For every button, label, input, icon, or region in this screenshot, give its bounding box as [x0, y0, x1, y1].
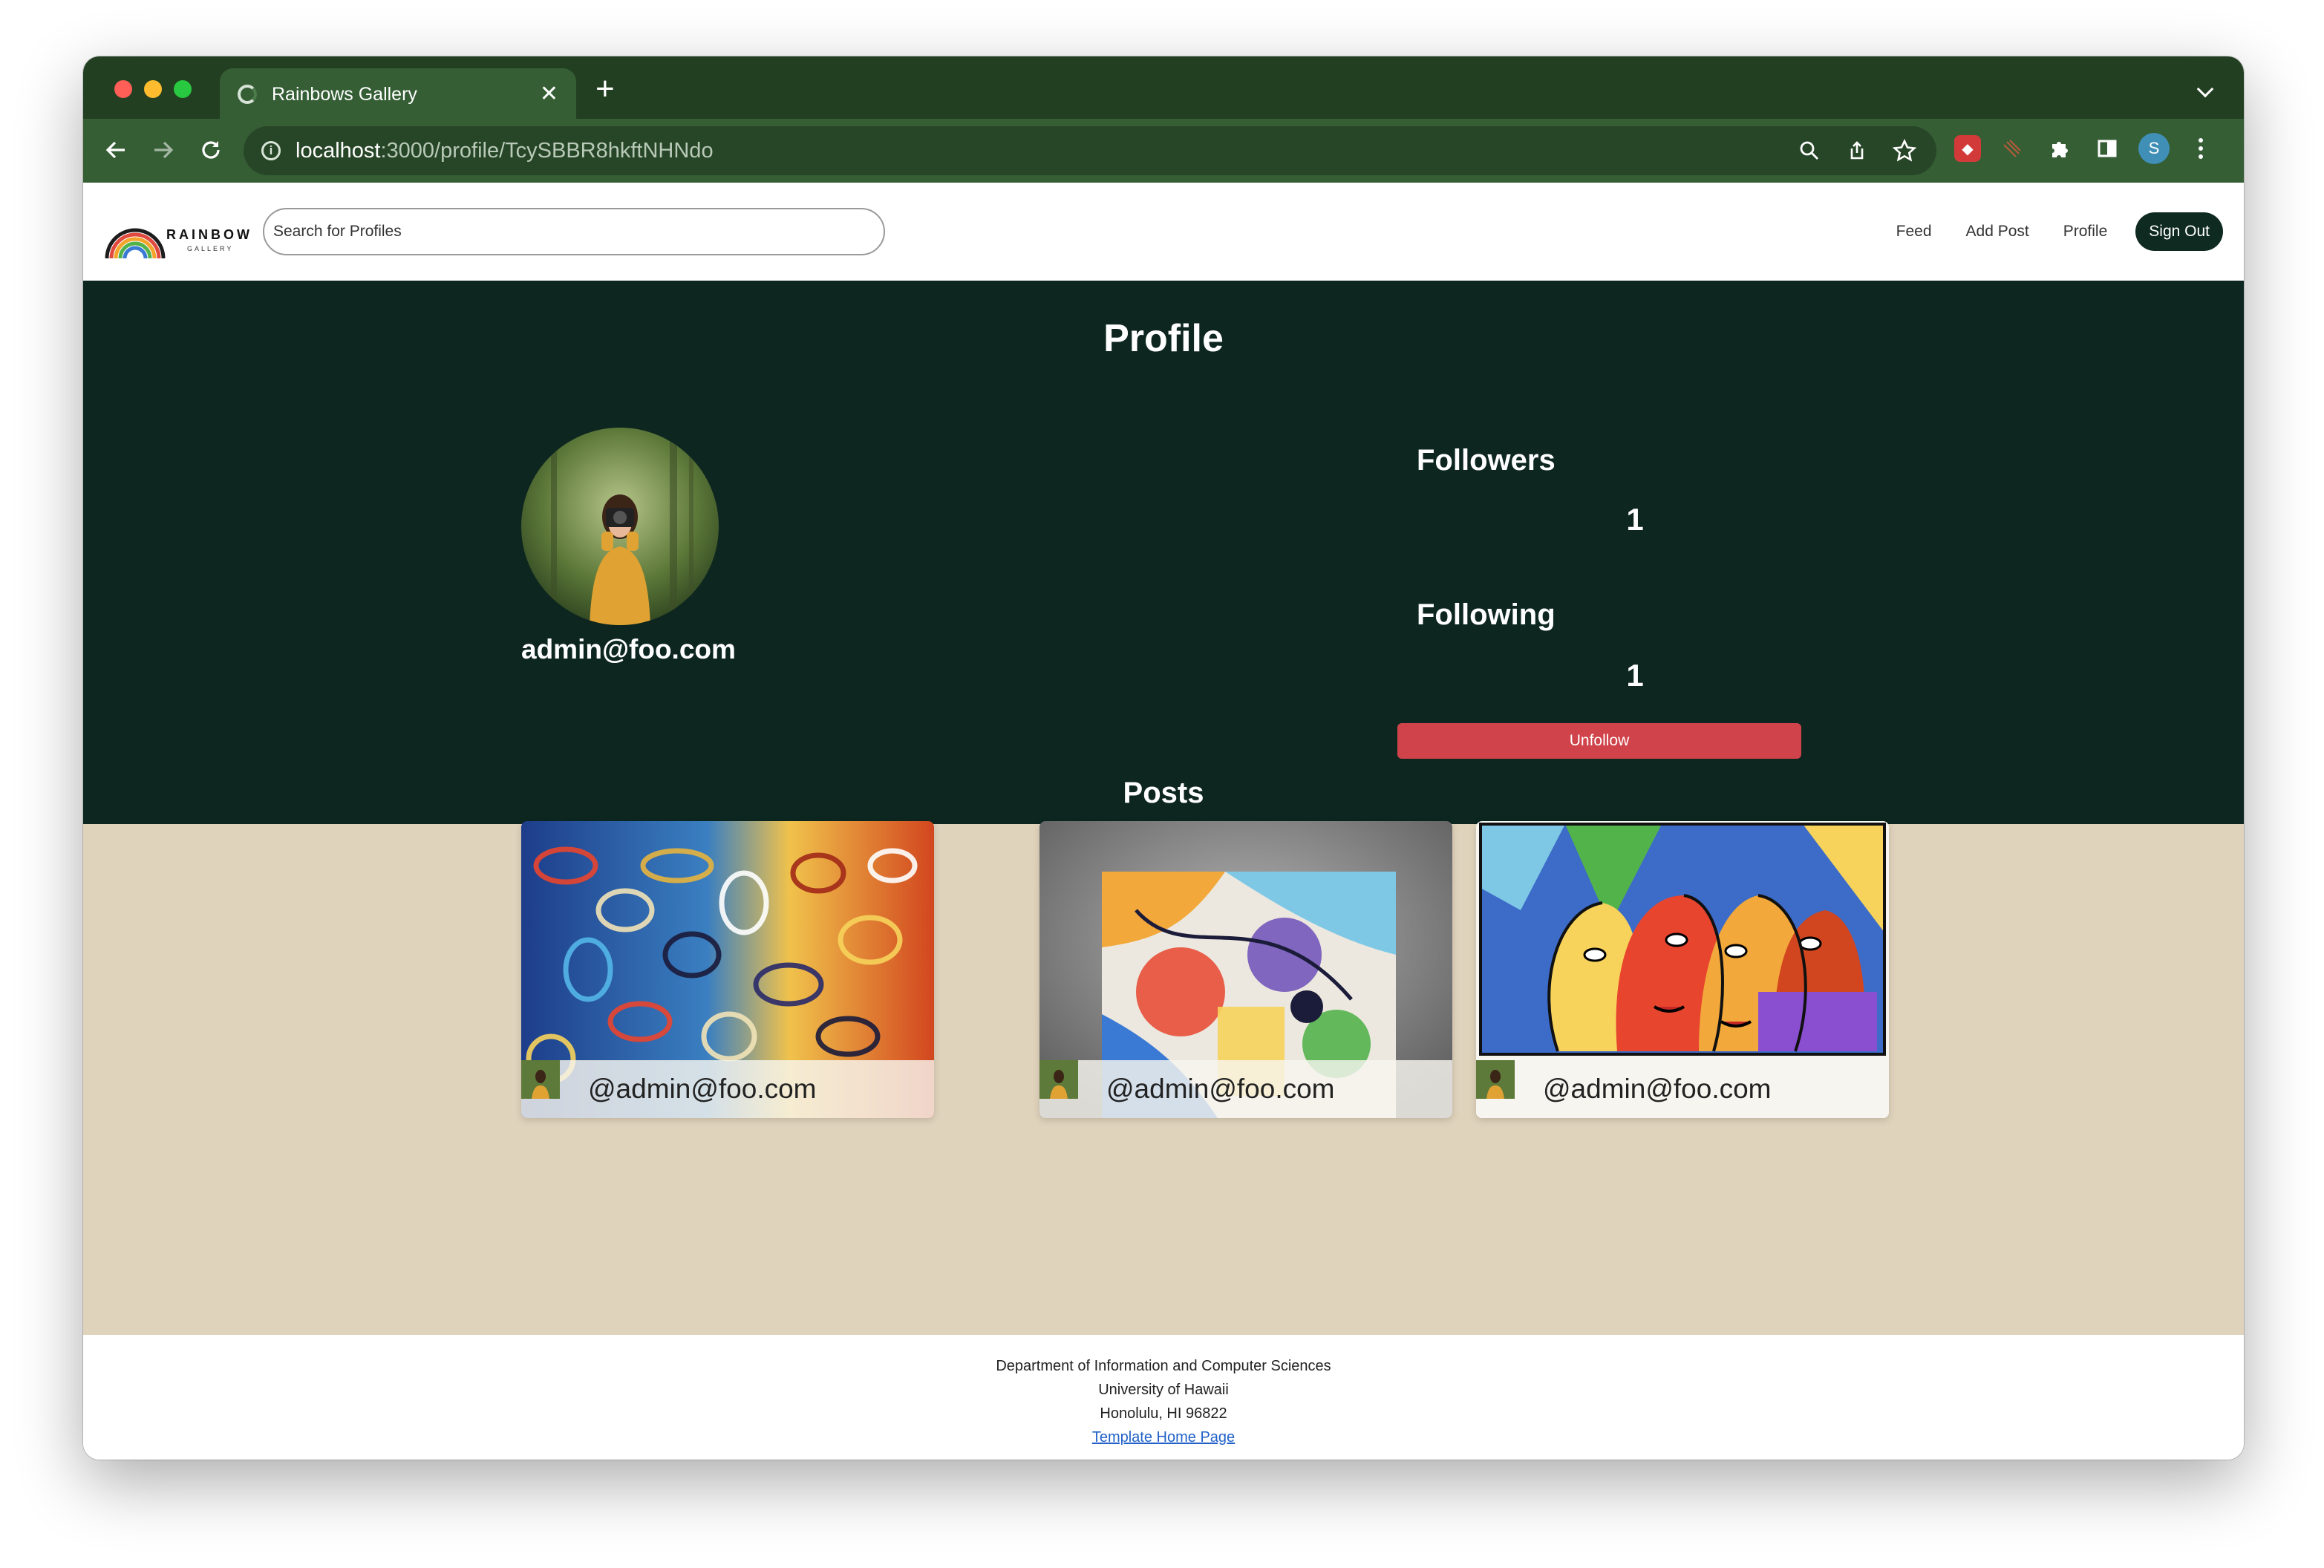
url-text: localhost:3000/profile/TcySBBR8hkftNHNdo: [296, 138, 714, 163]
browser-toolbar: i localhost:3000/profile/TcySBBR8hkftNHN…: [83, 119, 2244, 183]
nav-feed-link[interactable]: Feed: [1896, 223, 1932, 241]
minimize-window-button[interactable]: [144, 80, 162, 98]
profile-hero-background: [83, 281, 2244, 824]
tab-search-chevron-icon[interactable]: [2196, 80, 2214, 98]
tab-title: Rainbows Gallery: [272, 83, 417, 105]
site-navbar: RAINBOW GALLERY Feed Add Post Profile Si…: [83, 183, 2244, 281]
nav-profile-link[interactable]: Profile: [2063, 223, 2108, 241]
browser-profile-avatar[interactable]: S: [2138, 133, 2170, 164]
rainbow-logo-icon: [105, 228, 166, 259]
extension-red-icon[interactable]: ◆: [1954, 135, 1981, 162]
footer-address: Honolulu, HI 96822: [1100, 1405, 1227, 1422]
post-author: @admin@foo.com: [588, 1074, 817, 1104]
bookmark-star-icon[interactable]: [1889, 135, 1920, 166]
tab-bar: Rainbows Gallery ✕ +: [83, 56, 2244, 120]
tab-favicon-icon: [238, 85, 257, 104]
unfollow-button[interactable]: Unfollow: [1397, 723, 1801, 759]
arrow-left-icon: [105, 141, 125, 159]
nav-add-post-link[interactable]: Add Post: [1966, 223, 2029, 241]
share-icon[interactable]: [1841, 135, 1873, 166]
post-author-avatar: [521, 1060, 569, 1108]
following-label: Following: [1417, 598, 1556, 631]
zoom-icon[interactable]: [1794, 135, 1825, 166]
browser-window: Rainbows Gallery ✕ + i localhost:3000/pr…: [83, 56, 2244, 1460]
logo-wordmark: RAINBOW: [166, 227, 252, 242]
post-footer: @admin@foo.com: [521, 1060, 934, 1118]
new-tab-button[interactable]: +: [595, 73, 615, 105]
post-author-avatar: [1039, 1060, 1087, 1108]
profile-search-input[interactable]: [263, 208, 885, 255]
extensions-puzzle-icon[interactable]: [2043, 132, 2076, 165]
post-footer: @admin@foo.com: [1039, 1060, 1452, 1118]
back-button[interactable]: [99, 134, 132, 166]
browser-menu-icon[interactable]: [2184, 132, 2217, 165]
profile-email: admin@foo.com: [521, 634, 736, 664]
tab-rainbows-gallery[interactable]: Rainbows Gallery ✕: [220, 68, 576, 120]
sign-out-button[interactable]: Sign Out: [2135, 212, 2223, 251]
site-footer: Department of Information and Computer S…: [83, 1335, 2244, 1460]
post-card[interactable]: @admin@foo.com: [1039, 821, 1452, 1118]
post-author: @admin@foo.com: [1543, 1074, 1772, 1104]
logo-subtitle: GALLERY: [187, 245, 234, 252]
post-card[interactable]: @admin@foo.com: [1476, 821, 1889, 1118]
rainbow-gallery-logo[interactable]: RAINBOW GALLERY: [104, 205, 252, 261]
reload-button[interactable]: [195, 134, 227, 166]
site-info-icon[interactable]: i: [261, 141, 281, 160]
profile-avatar: [521, 428, 719, 625]
post-card[interactable]: @admin@foo.com: [521, 821, 934, 1118]
footer-university: University of Hawaii: [1098, 1382, 1229, 1398]
posts-title: Posts: [1123, 777, 1204, 809]
tab-close-icon[interactable]: ✕: [540, 83, 558, 105]
forward-button[interactable]: [147, 134, 180, 166]
page-content: RAINBOW GALLERY Feed Add Post Profile Si…: [83, 183, 2244, 1460]
template-home-link[interactable]: Template Home Page: [1092, 1429, 1235, 1446]
page-title: Profile: [1103, 317, 1224, 360]
extension-stripes-icon[interactable]: [1996, 132, 2028, 165]
arrow-right-icon: [154, 141, 174, 159]
following-count: 1: [1626, 658, 1644, 693]
address-bar[interactable]: i localhost:3000/profile/TcySBBR8hkftNHN…: [244, 126, 1936, 175]
followers-count: 1: [1626, 502, 1644, 537]
side-panel-icon[interactable]: [2091, 132, 2124, 165]
post-author: @admin@foo.com: [1106, 1074, 1335, 1104]
followers-label: Followers: [1417, 444, 1556, 477]
post-footer: @admin@foo.com: [1476, 1060, 1889, 1118]
maximize-window-button[interactable]: [174, 80, 192, 98]
close-window-button[interactable]: [114, 80, 132, 98]
reload-icon: [202, 141, 220, 159]
footer-department: Department of Information and Computer S…: [996, 1358, 1331, 1374]
post-author-avatar: [1476, 1060, 1524, 1108]
